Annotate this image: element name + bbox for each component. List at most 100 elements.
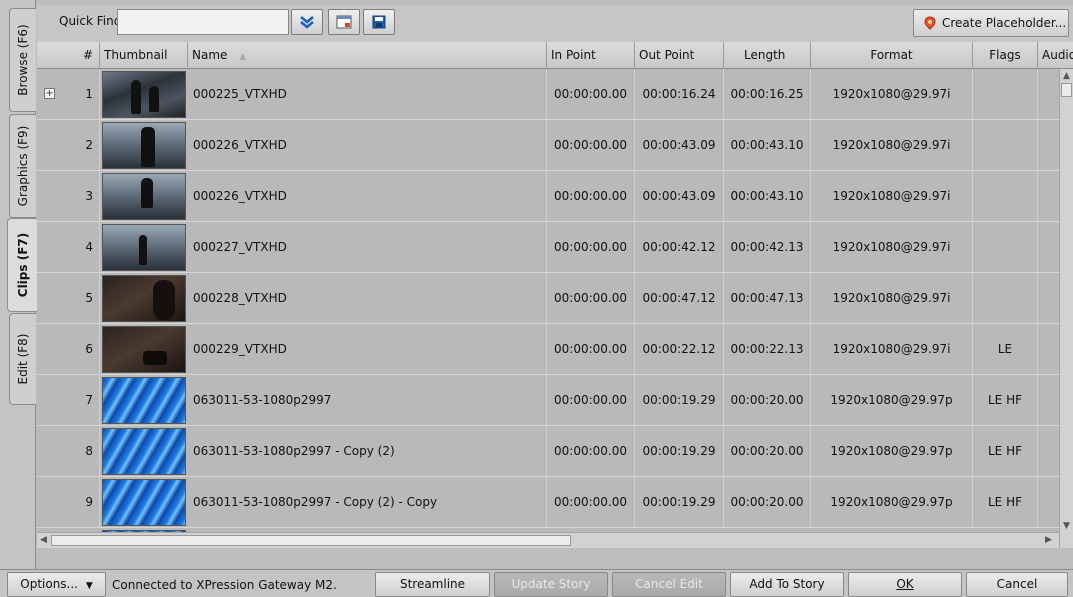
length: 00:00:16.25 xyxy=(724,69,811,120)
column-header-length[interactable]: Length xyxy=(724,42,811,69)
cancel-button[interactable]: Cancel xyxy=(966,572,1068,597)
column-header-out-point[interactable]: Out Point xyxy=(635,42,724,69)
column-header-audio[interactable]: Audio xyxy=(1038,42,1073,69)
table-row[interactable]: + 1 000225_VTXHD 00:00:00.00 00:00:16.24… xyxy=(37,69,1073,120)
double-chevron-down-icon xyxy=(300,16,314,29)
tab-browse-label: Browse (F6) xyxy=(16,24,30,96)
tab-clips-label: Clips (F7) xyxy=(15,232,30,298)
horizontal-scroll-thumb[interactable] xyxy=(51,535,571,546)
out-point: 00:00:47.12 xyxy=(635,273,724,324)
column-header-format[interactable]: Format xyxy=(811,42,973,69)
table-row[interactable]: 4 000227_VTXHD 00:00:00.00 00:00:42.12 0… xyxy=(37,222,1073,273)
clip-thumbnail xyxy=(102,479,186,526)
vertical-scrollbar[interactable]: ▲ ▼ xyxy=(1059,69,1073,548)
length: 00:00:42.13 xyxy=(724,222,811,273)
out-point: 00:00:16.24 xyxy=(635,69,724,120)
column-header-name-label: Name xyxy=(192,48,228,62)
table-row[interactable]: 5 000228_VTXHD 00:00:00.00 00:00:47.12 0… xyxy=(37,273,1073,324)
row-number: 7 xyxy=(37,375,100,426)
connection-status: Connected to XPression Gateway M2. xyxy=(112,578,337,592)
save-button[interactable] xyxy=(363,9,395,35)
table-row[interactable]: 9 063011-53-1080p2997 - Copy (2) - Copy … xyxy=(37,477,1073,528)
options-button[interactable]: Options... ▼ xyxy=(7,572,106,597)
clip-thumbnail xyxy=(102,275,186,322)
tab-edit[interactable]: Edit (F8) xyxy=(9,313,36,405)
clip-thumbnail xyxy=(102,428,186,475)
quick-find-input[interactable] xyxy=(117,9,289,35)
in-point: 00:00:00.00 xyxy=(547,171,635,222)
length: 00:00:22.13 xyxy=(724,324,811,375)
grid-header: # Thumbnail Name ▲ In Point Out Point Le… xyxy=(37,42,1073,69)
quick-find-label: Quick Find: xyxy=(59,14,126,28)
column-header-flags[interactable]: Flags xyxy=(973,42,1038,69)
vertical-tab-strip: Browse (F6) Graphics (F9) Clips (F7) Edi… xyxy=(0,0,37,597)
table-row[interactable]: 6 000229_VTXHD 00:00:00.00 00:00:22.12 0… xyxy=(37,324,1073,375)
chevron-down-icon: ▼ xyxy=(85,581,93,591)
clip-thumbnail xyxy=(102,122,186,169)
tab-edit-label: Edit (F8) xyxy=(16,333,30,385)
clip-thumbnail xyxy=(102,377,186,424)
clip-name: 063011-53-1080p2997 - Copy (2) - Copy xyxy=(188,477,547,528)
vertical-scroll-thumb[interactable] xyxy=(1061,83,1072,97)
toolbar: Quick Find: Create Placeholder... xyxy=(37,5,1073,42)
in-point: 00:00:00.00 xyxy=(547,375,635,426)
table-row[interactable]: 3 000226_VTXHD 00:00:00.00 00:00:43.09 0… xyxy=(37,171,1073,222)
table-row[interactable]: 2 000226_VTXHD 00:00:00.00 00:00:43.09 0… xyxy=(37,120,1073,171)
scroll-up-arrow-icon[interactable]: ▲ xyxy=(1063,71,1070,81)
clip-name: 000226_VTXHD xyxy=(188,171,547,222)
flags: LE xyxy=(973,324,1038,375)
ok-button[interactable]: OK xyxy=(848,572,962,597)
create-placeholder-button[interactable]: Create Placeholder... xyxy=(913,9,1069,37)
out-point: 00:00:19.29 xyxy=(635,375,724,426)
table-row[interactable]: 7 063011-53-1080p2997 00:00:00.00 00:00:… xyxy=(37,375,1073,426)
out-point: 00:00:43.09 xyxy=(635,120,724,171)
in-point: 00:00:00.00 xyxy=(547,69,635,120)
column-header-thumbnail[interactable]: Thumbnail xyxy=(100,42,188,69)
cancel-edit-button[interactable]: Cancel Edit xyxy=(612,572,726,597)
search-expand-button[interactable] xyxy=(291,9,323,35)
filter-button[interactable] xyxy=(328,9,360,35)
clip-thumbnail xyxy=(102,224,186,271)
clip-thumbnail xyxy=(102,71,186,118)
clip-name: 000228_VTXHD xyxy=(188,273,547,324)
length: 00:00:20.00 xyxy=(724,426,811,477)
flags: LE HF xyxy=(973,477,1038,528)
length: 00:00:20.00 xyxy=(724,477,811,528)
length: 00:00:47.13 xyxy=(724,273,811,324)
horizontal-scrollbar[interactable]: ◀ ▶ xyxy=(37,532,1059,548)
tab-clips[interactable]: Clips (F7) xyxy=(7,218,37,312)
out-point: 00:00:43.09 xyxy=(635,171,724,222)
bottom-bar: Options... ▼ Connected to XPression Gate… xyxy=(0,569,1073,597)
clip-name: 000227_VTXHD xyxy=(188,222,547,273)
row-number: 4 xyxy=(37,222,100,273)
in-point: 00:00:00.00 xyxy=(547,324,635,375)
map-pin-icon xyxy=(924,16,936,30)
scroll-right-arrow-icon[interactable]: ▶ xyxy=(1045,535,1052,545)
format: 1920x1080@29.97i xyxy=(811,222,973,273)
clip-name: 063011-53-1080p2997 - Copy (2) xyxy=(188,426,547,477)
row-number: 9 xyxy=(37,477,100,528)
in-point: 00:00:00.00 xyxy=(547,273,635,324)
column-header-number[interactable]: # xyxy=(37,42,100,69)
column-header-in-point[interactable]: In Point xyxy=(547,42,635,69)
row-number: 5 xyxy=(37,273,100,324)
column-header-name[interactable]: Name ▲ xyxy=(188,42,547,69)
format: 1920x1080@29.97i xyxy=(811,120,973,171)
add-to-story-button[interactable]: Add To Story xyxy=(730,572,844,597)
tab-browse[interactable]: Browse (F6) xyxy=(9,8,36,112)
row-number: 6 xyxy=(37,324,100,375)
streamline-button[interactable]: Streamline xyxy=(375,572,490,597)
create-placeholder-label: Create Placeholder... xyxy=(942,16,1067,30)
tab-graphics[interactable]: Graphics (F9) xyxy=(9,114,36,218)
update-story-button[interactable]: Update Story xyxy=(494,572,608,597)
out-point: 00:00:19.29 xyxy=(635,477,724,528)
flags: LE HF xyxy=(973,426,1038,477)
table-row[interactable]: 8 063011-53-1080p2997 - Copy (2) 00:00:0… xyxy=(37,426,1073,477)
in-point: 00:00:00.00 xyxy=(547,426,635,477)
tab-graphics-label: Graphics (F9) xyxy=(16,125,30,207)
scroll-down-arrow-icon[interactable]: ▼ xyxy=(1063,521,1070,531)
length: 00:00:20.00 xyxy=(724,375,811,426)
format: 1920x1080@29.97i xyxy=(811,324,973,375)
scroll-left-arrow-icon[interactable]: ◀ xyxy=(40,535,47,545)
row-number: 8 xyxy=(37,426,100,477)
